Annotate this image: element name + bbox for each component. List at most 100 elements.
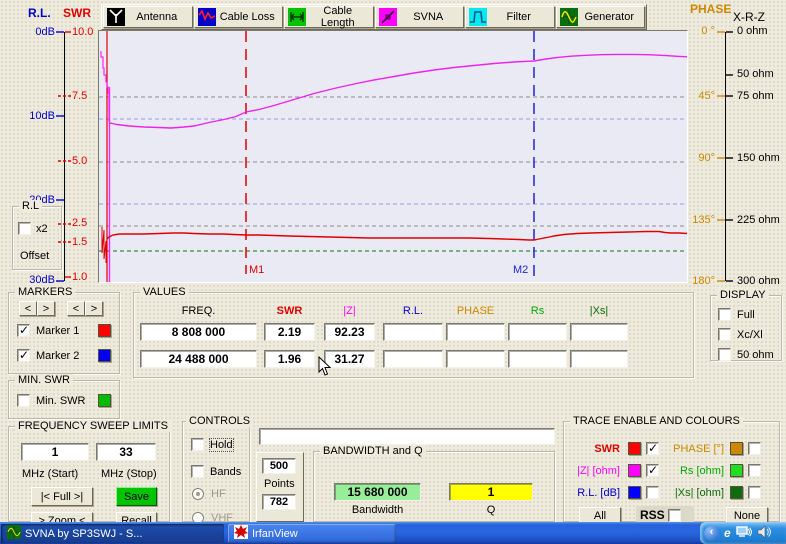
display-50ohm-label: 50 ohm bbox=[737, 349, 774, 361]
trace-rs-label: Rs [ohm] bbox=[664, 465, 724, 477]
marker2-next-button[interactable]: > bbox=[85, 301, 103, 316]
status-text-input[interactable] bbox=[259, 428, 555, 445]
min-swr-checkbox[interactable] bbox=[17, 394, 30, 407]
volume-tray-icon[interactable] bbox=[757, 525, 771, 542]
marker2-color-swatch[interactable] bbox=[98, 349, 111, 362]
value-rs-m1[interactable] bbox=[508, 323, 567, 341]
z-trace bbox=[110, 54, 687, 128]
display-group-title: DISPLAY bbox=[717, 289, 769, 301]
left-db-tick: 30dB bbox=[17, 274, 55, 286]
bands-checkbox[interactable] bbox=[191, 465, 204, 478]
taskbar: SVNA by SP3SWJ - S... IrfanView ‹ e bbox=[0, 522, 786, 544]
markers-group-title: MARKERS bbox=[15, 286, 75, 298]
hold-checkbox[interactable] bbox=[191, 438, 204, 451]
trace-xs-swatch[interactable] bbox=[730, 486, 743, 499]
trace-rs-checkbox[interactable] bbox=[748, 464, 761, 477]
left-db-tick: 10dB bbox=[17, 110, 55, 122]
points-panel: 500 Points 782 bbox=[256, 452, 304, 522]
trace-colours-group-title: TRACE ENABLE AND COLOURS bbox=[570, 415, 743, 427]
trace-xs-checkbox[interactable] bbox=[748, 486, 761, 499]
values-group-title: VALUES bbox=[140, 286, 189, 298]
min-swr-color-swatch[interactable] bbox=[98, 394, 111, 407]
values-header-xs: |Xs| bbox=[570, 305, 628, 317]
trace-rl-checkbox[interactable] bbox=[646, 486, 659, 499]
rss-checkbox[interactable] bbox=[668, 509, 681, 522]
points-count-field[interactable]: 500 bbox=[262, 458, 296, 474]
value-rs-m2[interactable] bbox=[508, 350, 567, 368]
display-group: DISPLAY Full Xc/Xl 50 ohm bbox=[710, 295, 782, 361]
trace-rs-swatch[interactable] bbox=[730, 464, 743, 477]
trace-swr-swatch[interactable] bbox=[628, 442, 641, 455]
value-swr-m2[interactable]: 1.96 bbox=[264, 350, 315, 368]
display-50ohm-checkbox[interactable] bbox=[718, 348, 731, 361]
bandwidth-label: Bandwidth bbox=[334, 504, 421, 516]
values-group: VALUES FREQ. SWR |Z| R.L. PHASE Rs |Xs| … bbox=[133, 292, 694, 378]
svna-app-window: R.L. SWR PHASE X-R-Z Antenna Cable Loss … bbox=[0, 0, 786, 544]
save-button[interactable]: Save bbox=[116, 487, 157, 506]
full-span-button[interactable]: |< Full >| bbox=[31, 487, 93, 506]
trace-colours-group: TRACE ENABLE AND COLOURS SWR PHASE [°] |… bbox=[563, 421, 780, 522]
value-rl-m2[interactable] bbox=[383, 350, 443, 368]
right-ohm-tick: 150 ohm bbox=[737, 152, 780, 164]
taskbar-button-svna[interactable]: SVNA by SP3SWJ - S... bbox=[1, 524, 224, 543]
swr-trace bbox=[107, 232, 687, 241]
points-second-field[interactable]: 782 bbox=[262, 494, 296, 510]
value-phase-m2[interactable] bbox=[446, 350, 505, 368]
right-ohm-tick: 75 ohm bbox=[737, 90, 774, 102]
network-tray-icon[interactable] bbox=[736, 525, 752, 542]
display-xcxl-checkbox[interactable] bbox=[718, 328, 731, 341]
marker1-color-swatch[interactable] bbox=[98, 324, 111, 337]
svna-task-label: SVNA by SP3SWJ - S... bbox=[25, 528, 142, 540]
bandwidth-q-group-title: BANDWIDTH and Q bbox=[320, 445, 426, 457]
hf-radio[interactable] bbox=[192, 488, 204, 500]
value-phase-m1[interactable] bbox=[446, 323, 505, 341]
marker1-checkbox[interactable] bbox=[17, 324, 30, 337]
taskbar-button-irfanview[interactable]: IrfanView bbox=[228, 524, 396, 543]
value-swr-m1[interactable]: 2.19 bbox=[264, 323, 315, 341]
values-header-swr: SWR bbox=[264, 305, 315, 317]
value-xs-m2[interactable] bbox=[570, 350, 628, 368]
marker2-checkbox[interactable] bbox=[17, 349, 30, 362]
controls-group: CONTROLS Hold Bands HF VHF bbox=[182, 421, 250, 522]
display-xcxl-label: Xc/Xl bbox=[737, 329, 763, 341]
tray-collapse-icon[interactable]: ‹ bbox=[704, 526, 719, 541]
values-header-rs: Rs bbox=[508, 305, 567, 317]
sweep-plot[interactable]: M1 M2 bbox=[98, 30, 688, 283]
right-ohm-tick: 225 ohm bbox=[737, 214, 780, 226]
right-ohm-tick: 50 ohm bbox=[737, 68, 774, 80]
hf-radio-label: HF bbox=[211, 488, 226, 500]
trace-rl-label: R.L. [dB] bbox=[566, 487, 620, 499]
display-full-label: Full bbox=[737, 309, 755, 321]
internet-explorer-tray-icon[interactable]: e bbox=[724, 526, 731, 540]
trace-swr-checkbox[interactable] bbox=[646, 442, 659, 455]
mouse-cursor bbox=[318, 356, 332, 377]
svna-task-icon bbox=[7, 525, 21, 542]
trace-z-checkbox[interactable] bbox=[646, 464, 659, 477]
trace-phase-swatch[interactable] bbox=[730, 442, 743, 455]
trace-z-swatch[interactable] bbox=[628, 464, 641, 477]
display-full-checkbox[interactable] bbox=[718, 308, 731, 321]
sweep-start-input[interactable]: 1 bbox=[21, 443, 89, 461]
marker2-label: Marker 2 bbox=[36, 350, 79, 362]
q-value-field[interactable]: 1 bbox=[449, 483, 533, 501]
bandwidth-q-group: BANDWIDTH and Q 15 680 000 Bandwidth 1 Q bbox=[313, 451, 555, 522]
trace-phase-checkbox[interactable] bbox=[748, 442, 761, 455]
marker1-next-button[interactable]: > bbox=[37, 301, 55, 316]
bandwidth-value-field[interactable]: 15 680 000 bbox=[334, 483, 421, 501]
marker2-prev-button[interactable]: < bbox=[67, 301, 85, 316]
value-freq-m2[interactable]: 24 488 000 bbox=[140, 350, 257, 368]
rl-offset-label: Offset bbox=[20, 250, 49, 262]
value-freq-m1[interactable]: 8 808 000 bbox=[140, 323, 257, 341]
rss-label: RSS bbox=[640, 508, 665, 522]
trace-z-label: |Z| [ohm] bbox=[566, 465, 620, 477]
sweep-stop-input[interactable]: 33 bbox=[96, 443, 156, 461]
trace-rl-swatch[interactable] bbox=[628, 486, 641, 499]
value-z-m1[interactable]: 92.23 bbox=[324, 323, 375, 341]
value-xs-m1[interactable] bbox=[570, 323, 628, 341]
values-header-z: |Z| bbox=[324, 305, 375, 317]
marker1-prev-button[interactable]: < bbox=[19, 301, 37, 316]
sweep-stop-label: MHz (Stop) bbox=[101, 468, 157, 480]
min-swr-label: Min. SWR bbox=[36, 395, 86, 407]
rl-x2-checkbox[interactable] bbox=[18, 222, 31, 235]
value-rl-m1[interactable] bbox=[383, 323, 443, 341]
